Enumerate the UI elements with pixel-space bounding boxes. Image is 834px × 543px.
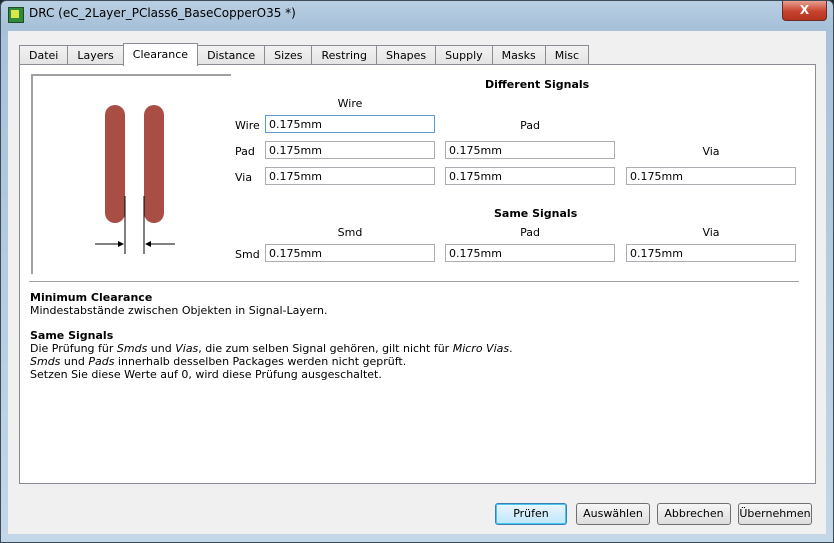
drc-dialog: DRC (eC_2Layer_PClass6_BaseCopperO35 *) … [0, 0, 834, 543]
smd-via-field[interactable]: 0.175mm [626, 244, 796, 262]
help-text: Minimum Clearance Mindestabstände zwisch… [30, 291, 790, 381]
tab-layers[interactable]: Layers [67, 45, 124, 65]
smd-pad-field[interactable]: 0.175mm [445, 244, 615, 262]
via-via-field[interactable]: 0.175mm [626, 167, 796, 185]
row-label-pad: Pad [235, 145, 255, 158]
column-label-via: Via [702, 145, 720, 158]
dimension-arrowhead-left [118, 241, 124, 247]
row-label-smd: Smd [235, 248, 260, 261]
same-signals-heading: Same Signals [494, 207, 578, 220]
via-pad-field[interactable]: 0.175mm [445, 167, 615, 185]
tab-masks[interactable]: Masks [491, 45, 546, 65]
select-button[interactable]: Auswählen [576, 503, 650, 525]
tab-clearance[interactable]: Clearance [122, 43, 199, 66]
clearance-diagram [31, 74, 231, 274]
help-line-1: Die Prüfung für Smds und Vias, die zum s… [30, 342, 513, 355]
clearance-panel: Different Signals Wire Pad Via Wire Pad … [19, 64, 816, 484]
tab-distance[interactable]: Distance [197, 45, 266, 65]
different-signals-heading: Different Signals [485, 78, 590, 91]
column-label-pad: Pad [520, 119, 540, 132]
tab-supply[interactable]: Supply [435, 45, 493, 65]
trace-left [105, 105, 125, 223]
app-icon [8, 7, 24, 23]
row-label-wire: Wire [235, 119, 260, 132]
column-label-same-pad: Pad [520, 226, 540, 239]
check-button[interactable]: Prüfen [495, 503, 567, 525]
help-separator [29, 281, 799, 283]
help-line-3: Setzen Sie diese Werte auf 0, wird diese… [30, 368, 382, 381]
pad-pad-field[interactable]: 0.175mm [445, 141, 615, 159]
help-line-2: Smds und Pads innerhalb desselben Packag… [30, 355, 407, 368]
help-minimum-clearance-text: Mindestabstände zwischen Objekten in Sig… [30, 304, 328, 317]
row-label-via: Via [235, 171, 253, 184]
help-heading-same-signals: Same Signals [30, 329, 114, 342]
clearance-illustration [95, 105, 175, 254]
via-wire-field[interactable]: 0.175mm [265, 167, 435, 185]
help-heading-minimum-clearance: Minimum Clearance [30, 291, 153, 304]
title-bar[interactable]: DRC (eC_2Layer_PClass6_BaseCopperO35 *) … [1, 1, 833, 27]
apply-button[interactable]: Übernehmen [738, 503, 812, 525]
tab-misc[interactable]: Misc [544, 45, 590, 65]
dimension-arrowhead-right [145, 241, 151, 247]
tab-restring[interactable]: Restring [311, 45, 377, 65]
smd-smd-field[interactable]: 0.175mm [265, 244, 435, 262]
trace-right [144, 105, 164, 223]
tab-datei[interactable]: Datei [19, 45, 69, 65]
column-label-wire: Wire [337, 97, 363, 110]
cancel-button[interactable]: Abbrechen [657, 503, 731, 525]
tab-sizes[interactable]: Sizes [264, 45, 313, 65]
tab-shapes[interactable]: Shapes [375, 45, 437, 65]
column-label-same-via: Via [702, 226, 720, 239]
close-button[interactable]: X [782, 1, 827, 21]
dialog-client: Datei Layers Clearance Distance Sizes Re… [8, 31, 826, 534]
window-title: DRC (eC_2Layer_PClass6_BaseCopperO35 *) [29, 6, 296, 20]
tab-bar: Datei Layers Clearance Distance Sizes Re… [19, 43, 590, 66]
wire-wire-field[interactable]: 0.175mm [265, 115, 435, 133]
column-label-smd: Smd [337, 226, 363, 239]
pad-wire-field[interactable]: 0.175mm [265, 141, 435, 159]
